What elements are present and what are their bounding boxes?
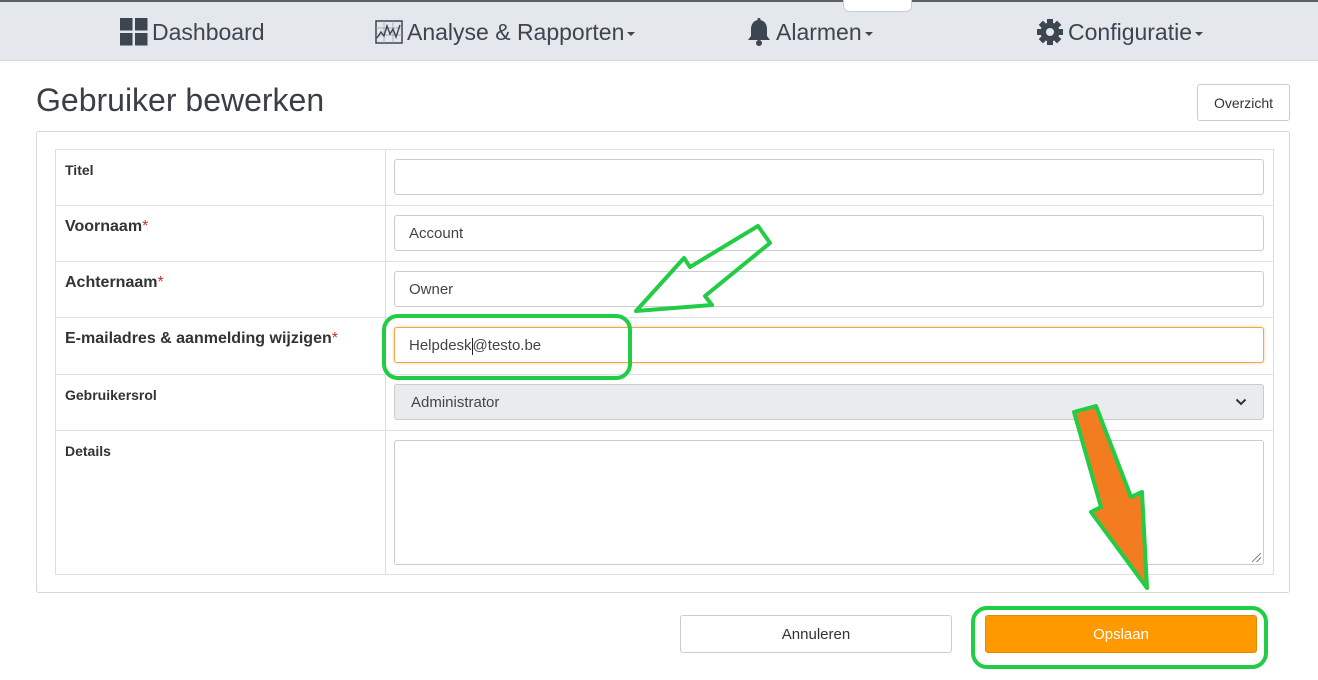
label-cell: Voornaam* bbox=[55, 205, 386, 262]
titel-label: Titel bbox=[65, 162, 94, 178]
email-label: E-mailadres & aanmelding wijzigen bbox=[65, 330, 332, 347]
field-cell: Account bbox=[385, 205, 1274, 262]
form-row-voornaam: Voornaam* Account bbox=[55, 205, 1274, 262]
form-row-titel: Titel bbox=[55, 149, 1274, 206]
email-value-end: @testo.be bbox=[472, 336, 542, 354]
user-form-table: Titel Voornaam* Account Achternaam* Owne… bbox=[55, 149, 1274, 575]
nav-alarmen-label: Alarmen bbox=[776, 18, 862, 45]
user-form-panel: Titel Voornaam* Account Achternaam* Owne… bbox=[36, 131, 1290, 593]
nav-dashboard-label: Dashboard bbox=[152, 18, 265, 45]
nav-alarmen[interactable]: Alarmen bbox=[746, 14, 873, 50]
overview-button[interactable]: Overzicht bbox=[1197, 84, 1290, 121]
titel-field[interactable] bbox=[394, 159, 1264, 195]
chevron-down-icon bbox=[1195, 31, 1204, 36]
label-cell: Achternaam* bbox=[55, 261, 386, 318]
chevron-down-icon bbox=[864, 31, 873, 36]
achternaam-label: Achternaam bbox=[65, 274, 158, 291]
required-marker: * bbox=[157, 274, 164, 291]
gebruikersrol-select[interactable]: Administrator bbox=[394, 384, 1264, 420]
label-cell: E-mailadres & aanmelding wijzigen* bbox=[55, 317, 386, 375]
nav-configuratie-label: Configuratie bbox=[1068, 18, 1193, 45]
nav-configuratie[interactable]: Configuratie bbox=[1036, 14, 1204, 50]
voornaam-field[interactable]: Account bbox=[394, 215, 1264, 251]
gebruikersrol-value: Administrator bbox=[411, 393, 500, 411]
field-cell: Owner bbox=[385, 261, 1274, 318]
field-cell bbox=[385, 149, 1274, 206]
field-cell: Administrator bbox=[385, 374, 1274, 431]
chart-icon bbox=[375, 20, 403, 44]
form-row-gebruikersrol: Gebruikersrol Administrator bbox=[55, 374, 1274, 431]
field-cell: Helpdesk @testo.be bbox=[385, 317, 1274, 375]
nav-dashboard[interactable]: Dashboard bbox=[120, 14, 265, 50]
voornaam-label: Voornaam bbox=[65, 218, 143, 235]
email-value-start: Helpdesk bbox=[409, 336, 472, 354]
details-textarea[interactable] bbox=[394, 440, 1264, 565]
field-cell bbox=[385, 430, 1274, 575]
label-cell: Details bbox=[55, 430, 386, 575]
bell-icon bbox=[748, 18, 770, 46]
email-field[interactable]: Helpdesk @testo.be bbox=[394, 327, 1264, 363]
chevron-down-icon bbox=[1235, 398, 1247, 406]
top-navigation-bar: Dashboard Analyse & Rapporten Alarmen Co… bbox=[0, 0, 1318, 61]
label-cell: Gebruikersrol bbox=[55, 374, 386, 431]
form-row-achternaam: Achternaam* Owner bbox=[55, 261, 1274, 318]
nav-analyse-label: Analyse & Rapporten bbox=[407, 18, 625, 45]
label-cell: Titel bbox=[55, 149, 386, 206]
gear-icon bbox=[1037, 19, 1063, 45]
form-row-details: Details bbox=[55, 430, 1274, 575]
save-button[interactable]: Opslaan bbox=[985, 615, 1257, 653]
form-row-email: E-mailadres & aanmelding wijzigen* Helpd… bbox=[55, 317, 1274, 375]
cancel-button[interactable]: Annuleren bbox=[680, 615, 952, 653]
dashboard-grid-icon bbox=[120, 18, 148, 46]
required-marker: * bbox=[142, 218, 149, 235]
achternaam-field[interactable]: Owner bbox=[394, 271, 1264, 307]
gebruikersrol-label: Gebruikersrol bbox=[65, 387, 157, 403]
required-marker: * bbox=[331, 330, 338, 347]
resize-handle-icon[interactable] bbox=[1252, 553, 1261, 562]
nav-analyse-rapporten[interactable]: Analyse & Rapporten bbox=[375, 14, 636, 50]
chevron-down-icon bbox=[627, 31, 636, 36]
details-label: Details bbox=[65, 443, 111, 459]
page-title: Gebruiker bewerken bbox=[36, 82, 325, 118]
nav-tab-notch bbox=[843, 0, 912, 12]
